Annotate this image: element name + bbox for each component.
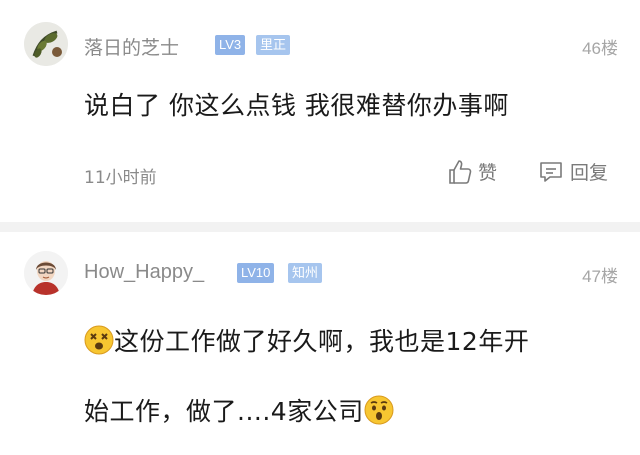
like-button[interactable]: 赞	[448, 158, 497, 185]
comment-text: 这份工作做了好久啊，我也是12年开	[114, 327, 530, 356]
comment-card: How_Happy_ LV10 知州 47楼 这份工作做了好久啊，我也是12年开…	[0, 232, 640, 455]
comment-text: 说白了 你这么点钱 我很难替你办事啊	[84, 91, 509, 120]
thumbs-up-icon	[448, 159, 472, 185]
timestamp: 11小时前	[84, 168, 157, 188]
comment-text-continued: 始工作，做了....4家公司	[84, 397, 364, 426]
region-badge: 里正	[256, 35, 291, 55]
comment-text-line-2: 始工作，做了....4家公司	[84, 392, 394, 431]
anxious-face-emoji	[364, 395, 394, 431]
level-badge: LV10	[237, 263, 275, 283]
comment-bubble-icon	[538, 160, 564, 184]
level-badge: LV3	[215, 35, 246, 55]
reply-button[interactable]: 回复	[538, 158, 608, 185]
reply-label: 回复	[570, 162, 609, 184]
comment-card: 落日的芝士 LV3 里正 46楼 说白了 你这么点钱 我很难替你办事啊 11小时…	[0, 0, 640, 222]
like-label: 赞	[478, 162, 498, 184]
username[interactable]: 落日的芝士	[84, 33, 179, 60]
comment-text-line-1: 这份工作做了好久啊，我也是12年开	[84, 322, 529, 361]
region-badge: 知州	[288, 263, 323, 283]
avatar-plant-icon[interactable]	[24, 22, 68, 66]
username[interactable]: How_Happy_	[84, 261, 204, 284]
avatar-person-icon[interactable]	[24, 251, 68, 295]
floor-number: 47楼	[582, 267, 618, 286]
floor-number: 46楼	[582, 39, 618, 58]
dizzy-face-emoji	[84, 325, 114, 361]
